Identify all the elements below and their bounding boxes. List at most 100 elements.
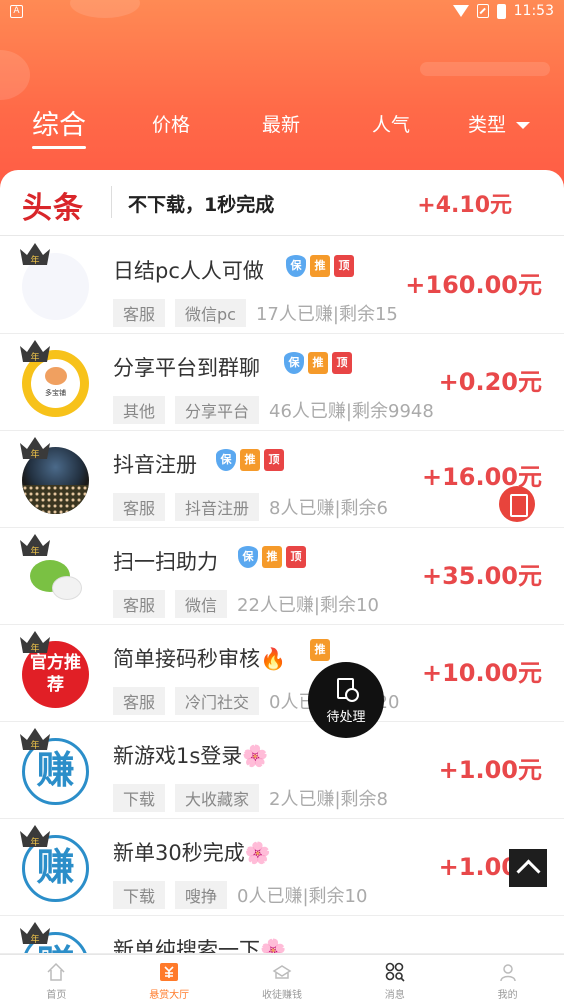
task-row[interactable]: 官方推荐 年 简单接码秒审核🔥 推 客服 冷门社交 0人已赚|剩余20 +10.… [0, 625, 564, 722]
home-icon [47, 962, 65, 981]
platform-tag: 微信 [175, 590, 228, 618]
reward-hall-icon [160, 963, 179, 981]
task-row[interactable]: 赚 年 新单30秒完成🌸 下载 嗖挣 0人已赚|剩余10 +1.00元 [0, 819, 564, 916]
recommend-badge: 推 [310, 255, 330, 277]
task-reward: +10.00元 [421, 659, 542, 687]
tab-overall[interactable]: 综合 [32, 103, 86, 149]
platform-tag: 微信pc [175, 299, 246, 327]
headline-text: 不下载，1秒完成 [128, 194, 275, 216]
tab-label: 类型 [468, 114, 507, 136]
headline-reward: +4.10元 [417, 193, 512, 218]
task-title: 日结pc人人可做 [113, 259, 264, 283]
tab-label: 综合 [32, 110, 86, 141]
task-row[interactable]: 年 扫一扫助力 保 推 顶 客服 微信 22人已赚|剩余10 +35.00元 [0, 528, 564, 625]
nav-apprentice[interactable]: 收徒赚钱 [226, 955, 339, 1002]
task-row[interactable]: 赚 年 新单纯搜索一下🌸 +1.00元 [0, 916, 564, 954]
recommend-badge: 推 [308, 352, 328, 374]
tab-popularity[interactable]: 人气 [372, 110, 410, 137]
clock: 11:53 [513, 3, 554, 19]
guarantee-badge: 保 [238, 546, 258, 568]
task-title: 简单接码秒审核🔥 [113, 647, 287, 671]
crown-label: 年 [30, 351, 39, 363]
task-badges: 保 推 顶 [216, 449, 284, 471]
tab-type[interactable]: 类型 [468, 110, 531, 137]
decor-blob [0, 50, 30, 100]
filter-tabs: 综合 价格 最新 人气 类型 [0, 110, 564, 160]
battery-icon [496, 3, 506, 19]
task-stats: 17人已赚|剩余15 [255, 304, 398, 325]
task-badges: 保 推 顶 [286, 255, 354, 277]
task-tags: 下载 大收藏家 2人已赚|剩余8 [113, 784, 388, 812]
back-to-top-button[interactable] [509, 849, 547, 887]
crown-label: 年 [30, 545, 39, 557]
guarantee-badge: 保 [286, 255, 306, 277]
task-stats: 8人已赚|剩余6 [269, 498, 388, 519]
task-stats: 22人已赚|剩余10 [237, 595, 379, 616]
avatar-caption: 多宝铺 [45, 389, 66, 397]
crown-icon: 年 [20, 922, 50, 945]
task-row[interactable]: 年 抖音注册 保 推 顶 客服 抖音注册 8人已赚|剩余6 +16.00元 [0, 431, 564, 528]
task-reward: +160.00元 [405, 271, 542, 299]
task-reward: +1.00元 [439, 944, 542, 953]
task-row[interactable]: 年 日结pc人人可做 保 推 顶 客服 微信pc 17人已赚|剩余15 +160… [0, 237, 564, 334]
nav-messages[interactable]: 消息 [338, 955, 451, 1002]
app-indicator-icon: A [10, 5, 23, 18]
recommend-badge: 推 [240, 449, 260, 471]
pinned-badge: 顶 [264, 449, 284, 471]
avatar-inner: 多宝铺 [31, 359, 80, 408]
task-tags: 客服 微信pc 17人已赚|剩余15 [113, 299, 398, 327]
category-tag: 下载 [113, 784, 166, 812]
crown-icon: 年 [20, 728, 50, 751]
crown-icon: 年 [20, 243, 50, 266]
toutiao-logo: 头条 [22, 191, 84, 226]
red-packet-button[interactable] [499, 486, 535, 522]
task-tags: 其他 分享平台 46人已赚|剩余9948 [113, 396, 434, 424]
tab-price[interactable]: 价格 [152, 110, 190, 137]
cat-face-icon [44, 367, 67, 385]
task-title: 分享平台到群聊 [113, 356, 260, 380]
category-tag: 客服 [113, 299, 166, 327]
category-tag: 客服 [113, 493, 166, 521]
headline-task[interactable]: 头条 不下载，1秒完成 +4.10元 [0, 170, 564, 236]
crown-label: 年 [30, 642, 39, 654]
avatar-photo [22, 485, 89, 514]
category-tag: 下载 [113, 881, 166, 909]
task-reward: +1.00元 [438, 756, 542, 784]
message-icon [385, 962, 405, 982]
task-row[interactable]: 多宝铺 年 分享平台到群聊 保 推 顶 其他 分享平台 46人已赚|剩余9948… [0, 334, 564, 431]
pinned-badge: 顶 [334, 255, 354, 277]
profile-icon [499, 964, 516, 982]
active-tab-underline [32, 146, 86, 149]
pending-label: 待处理 [326, 710, 366, 725]
platform-tag: 冷门社交 [175, 687, 260, 715]
nav-home[interactable]: 首页 [0, 955, 113, 1002]
task-title: 新游戏1s登录🌸 [113, 744, 269, 768]
tab-label: 价格 [152, 114, 191, 136]
task-title: 新单30秒完成🌸 [113, 841, 271, 865]
nav-label: 悬赏大厅 [149, 990, 190, 1001]
category-tag: 客服 [113, 687, 166, 715]
guarantee-badge: 保 [284, 352, 304, 374]
task-tags: 客服 微信 22人已赚|剩余10 [113, 590, 379, 618]
wechat-bubble [52, 576, 82, 600]
task-title: 抖音注册 [113, 453, 197, 477]
tab-newest[interactable]: 最新 [262, 110, 300, 137]
crown-label: 年 [30, 254, 39, 266]
category-tag: 客服 [113, 590, 166, 618]
status-bar: A 11:53 [0, 0, 564, 24]
tab-label: 最新 [262, 114, 301, 136]
crown-icon: 年 [20, 437, 50, 460]
nav-label: 我的 [497, 990, 518, 1001]
pending-tasks-button[interactable]: 待处理 [308, 662, 384, 738]
task-row[interactable]: 赚 年 新游戏1s登录🌸 下载 大收藏家 2人已赚|剩余8 +1.00元 [0, 722, 564, 819]
crown-icon: 年 [20, 825, 50, 848]
apprentice-icon [272, 965, 292, 979]
task-reward: +0.20元 [438, 368, 542, 396]
task-reward: +35.00元 [421, 562, 542, 590]
platform-tag: 嗖挣 [175, 881, 228, 909]
crown-label: 年 [30, 448, 39, 460]
pinned-badge: 顶 [332, 352, 352, 374]
nav-reward-hall[interactable]: 悬赏大厅 [113, 955, 226, 1002]
nav-label: 首页 [46, 990, 67, 1001]
nav-profile[interactable]: 我的 [451, 955, 564, 1002]
